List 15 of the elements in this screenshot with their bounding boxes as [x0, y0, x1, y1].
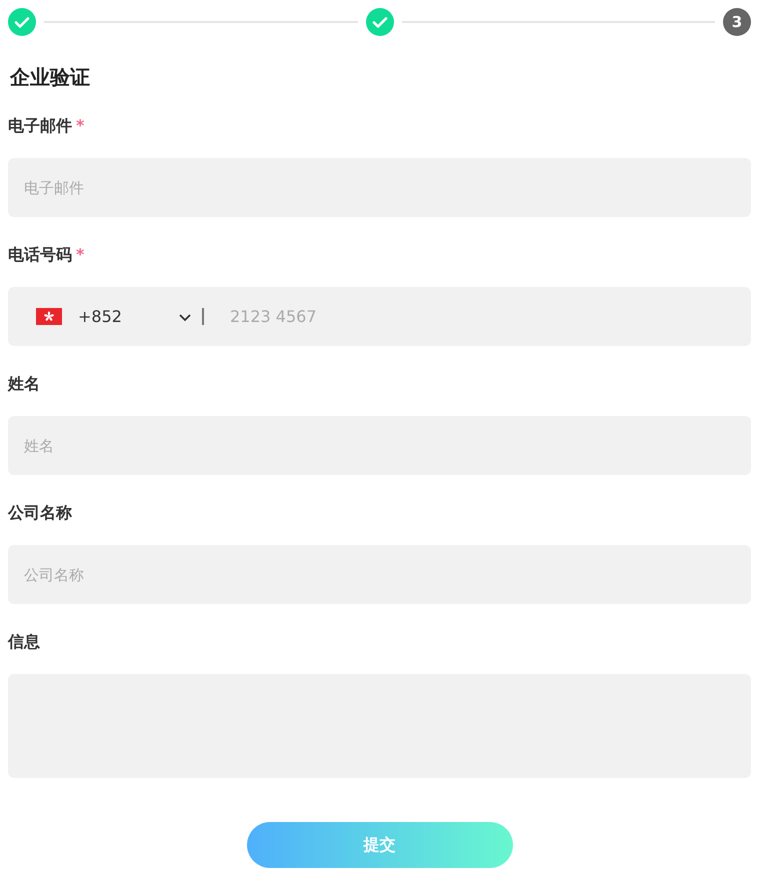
input-field[interactable]: 公司名称	[8, 545, 751, 604]
field-label: 公司名称	[8, 502, 72, 524]
required-mark: *	[76, 244, 84, 266]
required-mark: *	[76, 115, 84, 137]
form-title: 企业验证	[10, 64, 91, 91]
flag-icon	[36, 308, 62, 325]
country-code-dropdown[interactable]: +852	[36, 307, 192, 326]
step-number: 3	[723, 8, 751, 36]
field-label: 姓名	[8, 373, 40, 395]
phone-input-field[interactable]: 2123 4567	[228, 306, 735, 327]
field-label: 电话号码	[8, 244, 72, 266]
field-label: 电子邮件	[8, 115, 72, 137]
input-field[interactable]: 电子邮件	[8, 158, 751, 217]
field-label: 信息	[8, 631, 40, 653]
input-field[interactable]: 姓名	[8, 416, 751, 475]
